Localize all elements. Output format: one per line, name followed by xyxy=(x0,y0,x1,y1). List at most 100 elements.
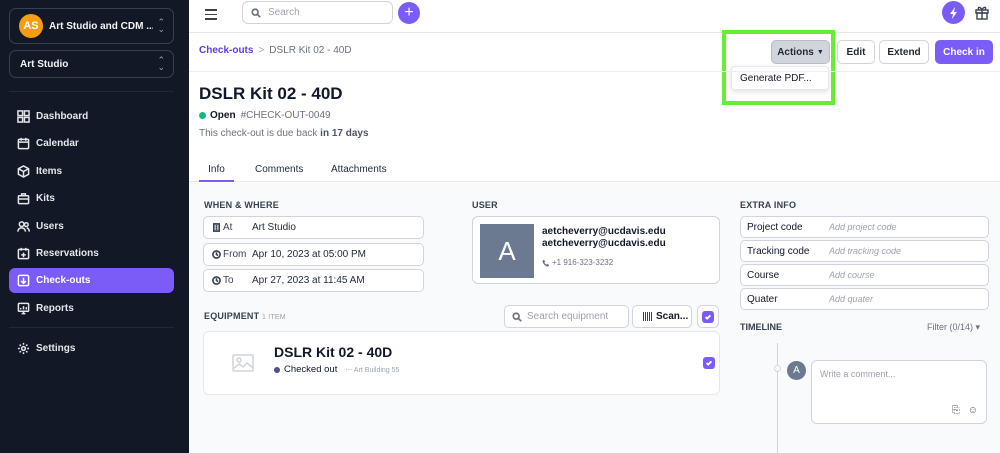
status-row: Open #CHECK-OUT-0049 xyxy=(199,110,331,121)
equipment-search-input[interactable]: Search equipment xyxy=(504,305,629,328)
add-button[interactable]: + xyxy=(398,2,420,24)
search-placeholder: Search xyxy=(268,7,300,18)
tab-comments[interactable]: Comments xyxy=(255,164,303,182)
field-key: Quater xyxy=(747,293,778,305)
tracking-code-field[interactable]: Tracking code Add tracking code xyxy=(740,240,989,262)
clock-icon xyxy=(212,276,221,285)
where-at-field[interactable]: At Art Studio xyxy=(203,216,424,239)
edit-button[interactable]: Edit xyxy=(837,40,875,64)
sidebar-item-calendar[interactable]: Calendar xyxy=(9,131,174,156)
users-icon xyxy=(17,220,30,232)
checkout-icon xyxy=(17,274,30,287)
sidebar-item-reports[interactable]: Reports xyxy=(9,296,174,321)
dashboard-icon xyxy=(17,110,30,123)
sidebar-divider xyxy=(9,91,174,92)
due-value: in 17 days xyxy=(320,128,369,139)
avatar: A xyxy=(480,224,534,278)
user-phone-value: +1 916-323-3232 xyxy=(552,258,614,267)
caret-down-icon: ▾ xyxy=(975,322,981,332)
box-icon xyxy=(17,164,30,178)
sidebar-divider xyxy=(9,326,174,328)
generate-pdf-menu-item[interactable]: Generate PDF... xyxy=(731,66,829,90)
tab-attachments[interactable]: Attachments xyxy=(331,164,387,182)
breadcrumb-separator: > xyxy=(258,45,265,56)
where-value: Apr 10, 2023 at 05:00 PM xyxy=(252,249,366,260)
select-all-checkbox[interactable] xyxy=(702,310,714,323)
org-avatar: AS xyxy=(19,14,43,38)
field-placeholder: Add quater xyxy=(829,294,874,304)
equipment-item-card[interactable]: DSLR Kit 02 - 40D Checked out ⋯ Art Buil… xyxy=(203,331,720,395)
check-in-button[interactable]: Check in xyxy=(935,40,993,64)
sidebar-item-label: Calendar xyxy=(36,138,79,150)
sidebar-item-dashboard[interactable]: Dashboard xyxy=(9,104,174,129)
extend-button[interactable]: Extend xyxy=(879,40,929,64)
emoji-icon[interactable]: ☺ xyxy=(968,405,978,416)
hamburger-icon[interactable] xyxy=(205,9,217,21)
course-field[interactable]: Course Add course xyxy=(740,264,989,286)
sidebar-item-reservations[interactable]: Reservations xyxy=(9,241,174,266)
project-code-field[interactable]: Project code Add project code xyxy=(740,216,989,238)
chart-icon xyxy=(17,302,30,315)
status-dot-icon xyxy=(199,112,206,119)
top-bar: Search + xyxy=(189,0,1000,33)
breadcrumb-current: DSLR Kit 02 - 40D xyxy=(269,45,352,56)
equipment-item-name[interactable]: DSLR Kit 02 - 40D xyxy=(274,344,392,360)
equipment-item-status: Checked out ⋯ Art Building 55 xyxy=(274,364,399,375)
bolt-icon[interactable] xyxy=(942,1,965,24)
sidebar-item-kits[interactable]: Kits xyxy=(9,186,174,211)
search-input[interactable]: Search xyxy=(242,1,393,24)
page-title: DSLR Kit 02 - 40D xyxy=(199,84,343,103)
where-key-label: From xyxy=(223,249,247,260)
updown-chevron-icon: ⌃ ⌄ xyxy=(157,17,165,34)
field-key: Tracking code xyxy=(747,245,810,257)
tab-info[interactable]: Info xyxy=(199,164,234,182)
check-icon xyxy=(705,360,713,366)
org-switcher[interactable]: AS Art Studio and CDM ... ⌃ ⌄ xyxy=(9,8,174,44)
user-card[interactable]: A aetcheverry@ucdavis.edu aetcheverry@uc… xyxy=(472,216,720,284)
due-text: This check-out is due back in 17 days xyxy=(199,128,369,139)
where-value: Art Studio xyxy=(252,222,296,233)
sidebar-item-settings[interactable]: Settings xyxy=(9,336,174,361)
comment-input[interactable]: Write a comment... ⎘ ☺ xyxy=(811,360,987,424)
sidebar-item-items[interactable]: Items xyxy=(9,159,174,184)
actions-button[interactable]: Actions ▼ xyxy=(771,40,830,64)
equipment-location-text: Art Building 55 xyxy=(353,366,400,374)
due-prefix: This check-out is due back xyxy=(199,128,318,139)
updown-chevron-icon: ⌃ ⌄ xyxy=(157,55,165,72)
equipment-label: EQUIPMENT 1 ITEM xyxy=(204,311,286,321)
sidebar-item-checkouts[interactable]: Check-outs xyxy=(9,268,174,294)
user-email-secondary: aetcheverry@ucdavis.edu xyxy=(542,238,666,249)
location-name: Art Studio xyxy=(20,58,69,70)
search-icon xyxy=(251,7,261,18)
timeline-line xyxy=(777,343,778,453)
field-placeholder: Add course xyxy=(829,270,875,280)
actions-label: Actions xyxy=(777,46,814,58)
scan-button[interactable]: Scan... xyxy=(632,305,692,328)
sidebar-item-label: Users xyxy=(36,220,64,232)
caret-down-icon: ▼ xyxy=(816,48,824,56)
where-key: From xyxy=(212,249,252,260)
status-dot-icon xyxy=(274,366,280,373)
status-badge: Open xyxy=(210,110,236,121)
equipment-item-checkbox[interactable] xyxy=(703,357,715,369)
sidebar-item-users[interactable]: Users xyxy=(9,214,174,239)
gear-icon xyxy=(17,342,30,354)
paperclip-icon[interactable]: ⎘ xyxy=(952,405,960,416)
location-switcher[interactable]: Art Studio ⌃ ⌄ xyxy=(9,50,174,78)
kit-icon xyxy=(17,193,30,205)
select-all-checkbox-wrap[interactable] xyxy=(697,305,719,328)
equipment-search-placeholder: Search equipment xyxy=(527,311,609,322)
calendar-plus-icon xyxy=(17,247,30,260)
quater-field[interactable]: Quater Add quater xyxy=(740,288,989,310)
field-placeholder: Add tracking code xyxy=(829,246,902,256)
timeline-filter[interactable]: Filter (0/14) ▾ xyxy=(927,322,980,333)
where-to-field[interactable]: To Apr 27, 2023 at 11:45 AM xyxy=(203,269,424,292)
field-key: Course xyxy=(747,269,780,281)
phone-icon xyxy=(542,259,550,267)
where-from-field[interactable]: From Apr 10, 2023 at 05:00 PM xyxy=(203,243,424,266)
sidebar-item-label: Settings xyxy=(36,342,76,354)
breadcrumb-link-checkouts[interactable]: Check-outs xyxy=(199,45,253,56)
org-name: Art Studio and CDM ... xyxy=(49,20,154,32)
gift-icon[interactable] xyxy=(974,4,990,20)
check-icon xyxy=(704,314,712,320)
